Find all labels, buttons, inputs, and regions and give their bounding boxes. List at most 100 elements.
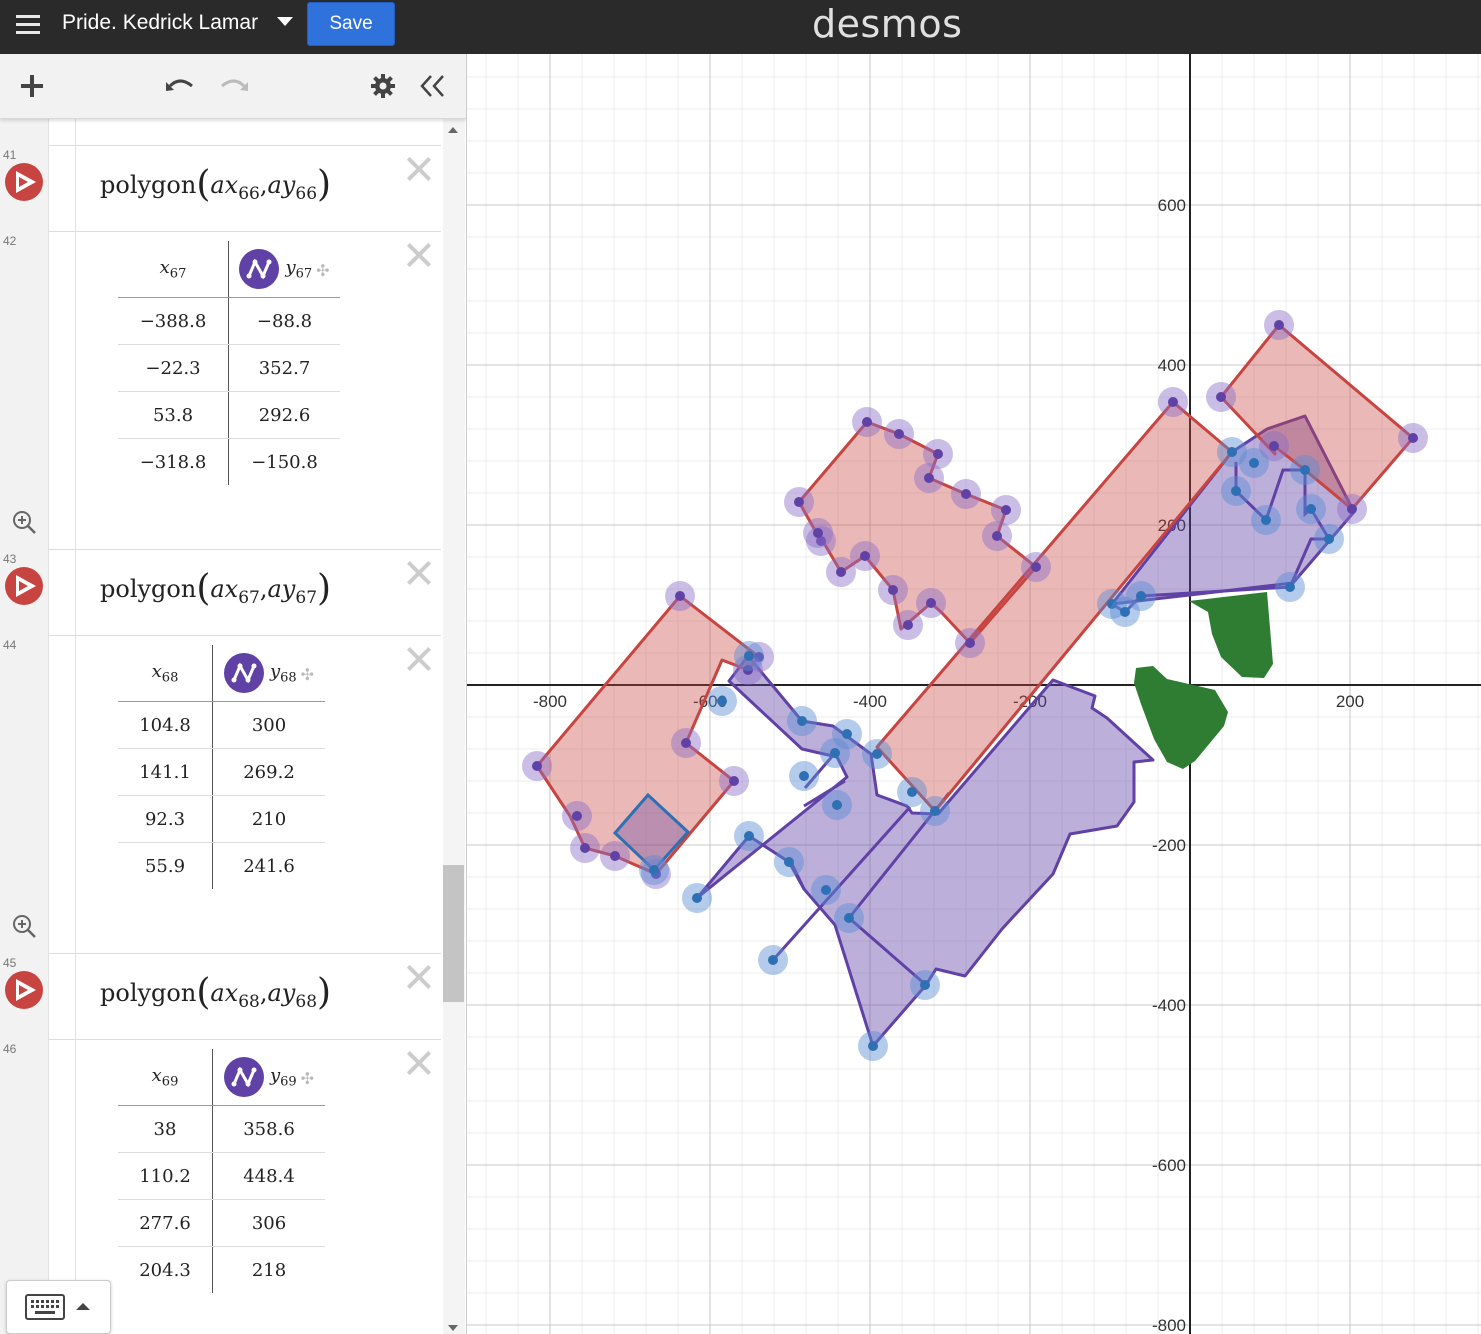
- table-header-x[interactable]: x69: [118, 1049, 213, 1106]
- table-header-x[interactable]: x68: [118, 645, 213, 702]
- zoom-fit-icon[interactable]: [11, 509, 37, 535]
- table-cell[interactable]: 241.6: [213, 843, 326, 890]
- point-marker[interactable]: [872, 749, 882, 759]
- table-cell[interactable]: 53.8: [118, 391, 229, 439]
- table-cell[interactable]: 292.6: [228, 391, 340, 439]
- play-icon[interactable]: [5, 567, 43, 605]
- delete-expression-icon[interactable]: [405, 645, 433, 673]
- point-marker[interactable]: [799, 771, 809, 781]
- table-cell[interactable]: 306: [212, 1199, 325, 1247]
- point-marker[interactable]: [1324, 534, 1334, 544]
- polygon-formula[interactable]: polygon(ax68,ay68): [100, 972, 331, 1013]
- point-marker[interactable]: [1285, 582, 1295, 592]
- point-marker[interactable]: [1136, 591, 1146, 601]
- point-marker[interactable]: [1300, 465, 1310, 475]
- point-marker[interactable]: [813, 528, 823, 538]
- table-header-y[interactable]: y69 ✣: [212, 1049, 325, 1106]
- point-marker[interactable]: [907, 787, 917, 797]
- save-button[interactable]: Save: [307, 2, 395, 46]
- table-cell[interactable]: 300: [212, 701, 325, 749]
- polygon-formula[interactable]: polygon(ax67,ay67): [100, 568, 331, 609]
- point-marker[interactable]: [844, 913, 854, 923]
- series-style-icon[interactable]: [239, 249, 280, 289]
- delete-expression-icon[interactable]: [405, 559, 433, 587]
- gear-icon[interactable]: [365, 68, 401, 104]
- point-marker[interactable]: [920, 980, 930, 990]
- point-marker[interactable]: [926, 598, 936, 608]
- redo-icon[interactable]: [216, 68, 252, 104]
- expression-row-44[interactable]: 44 x68 y68 ✣ 104.8 300 141.1 269.2 92.3 210 …: [0, 635, 441, 954]
- table-cell[interactable]: 352.7: [228, 344, 340, 392]
- point-marker[interactable]: [692, 893, 702, 903]
- table-cell[interactable]: 204.3: [118, 1246, 213, 1293]
- series-style-icon[interactable]: [223, 653, 264, 693]
- point-marker[interactable]: [744, 831, 754, 841]
- data-table[interactable]: x68 y68 ✣ 104.8 300 141.1 269.2 92.3 210 55.…: [118, 645, 325, 889]
- table-cell[interactable]: 104.8: [118, 701, 213, 749]
- point-marker[interactable]: [1227, 447, 1237, 457]
- series-style-icon[interactable]: [223, 1057, 264, 1097]
- table-cell[interactable]: −88.8: [228, 297, 340, 345]
- delete-expression-icon[interactable]: [405, 1049, 433, 1077]
- point-marker[interactable]: [992, 531, 1002, 541]
- point-marker[interactable]: [717, 696, 727, 706]
- polygon-formula[interactable]: polygon(ax66,ay66): [100, 164, 331, 205]
- delete-expression-icon[interactable]: [405, 241, 433, 269]
- point-marker[interactable]: [933, 449, 943, 459]
- table-cell[interactable]: −388.8: [118, 297, 229, 345]
- point-marker[interactable]: [1261, 515, 1271, 525]
- table-header-x[interactable]: x67: [118, 241, 229, 298]
- table-header-y[interactable]: y68 ✣: [212, 645, 325, 702]
- zoom-fit-icon[interactable]: [11, 913, 37, 939]
- scroll-up-arrow-icon[interactable]: [448, 127, 458, 133]
- hamburger-menu-icon[interactable]: [14, 12, 42, 40]
- point-marker[interactable]: [649, 865, 659, 875]
- undo-icon[interactable]: [162, 68, 198, 104]
- point-marker[interactable]: [868, 1041, 878, 1051]
- point-marker[interactable]: [1269, 441, 1279, 451]
- keypad-toggle-button[interactable]: [6, 1280, 111, 1334]
- point-marker[interactable]: [675, 591, 685, 601]
- point-marker[interactable]: [903, 620, 913, 630]
- delete-expression-icon[interactable]: [405, 963, 433, 991]
- expression-row-42[interactable]: 42 x67 y67 ✣ −388.8 −88.8 −22.3 352.7 53.8 2…: [0, 231, 441, 550]
- point-marker[interactable]: [1168, 397, 1178, 407]
- point-marker[interactable]: [1001, 505, 1011, 515]
- point-marker[interactable]: [832, 800, 842, 810]
- point-marker[interactable]: [572, 811, 582, 821]
- point-marker[interactable]: [797, 716, 807, 726]
- expression-row-45[interactable]: 45 polygon(ax68,ay68): [0, 953, 441, 1040]
- point-marker[interactable]: [784, 857, 794, 867]
- table-header-y[interactable]: y67 ✣: [228, 241, 340, 298]
- point-marker[interactable]: [1249, 458, 1259, 468]
- point-marker[interactable]: [744, 651, 754, 661]
- point-marker[interactable]: [1120, 607, 1130, 617]
- point-marker[interactable]: [580, 843, 590, 853]
- point-marker[interactable]: [1231, 486, 1241, 496]
- panel-scrollbar-track[interactable]: [443, 118, 465, 1334]
- table-cell[interactable]: 210: [212, 795, 325, 843]
- point-marker[interactable]: [532, 761, 542, 771]
- play-icon[interactable]: [5, 163, 43, 201]
- table-cell[interactable]: 448.4: [212, 1152, 325, 1200]
- move-column-icon[interactable]: ✣: [316, 261, 329, 280]
- point-marker[interactable]: [860, 551, 870, 561]
- point-marker[interactable]: [1306, 504, 1316, 514]
- table-cell[interactable]: 141.1: [118, 748, 213, 796]
- point-marker[interactable]: [930, 806, 940, 816]
- point-marker[interactable]: [862, 417, 872, 427]
- table-cell[interactable]: −150.8: [229, 439, 341, 486]
- data-table[interactable]: x67 y67 ✣ −388.8 −88.8 −22.3 352.7 53.8 292.…: [118, 241, 340, 485]
- delete-expression-icon[interactable]: [405, 155, 433, 183]
- data-table[interactable]: x69 y69 ✣ 38 358.6 110.2 448.4 277.6 306 204…: [118, 1049, 325, 1293]
- point-marker[interactable]: [821, 885, 831, 895]
- point-marker[interactable]: [961, 489, 971, 499]
- table-cell[interactable]: 218: [213, 1247, 326, 1294]
- point-marker[interactable]: [1347, 504, 1357, 514]
- point-marker[interactable]: [894, 429, 904, 439]
- point-marker[interactable]: [830, 748, 840, 758]
- table-cell[interactable]: 55.9: [118, 842, 213, 889]
- expression-row-43[interactable]: 43 polygon(ax67,ay67): [0, 549, 441, 636]
- move-column-icon[interactable]: ✣: [301, 1069, 314, 1088]
- point-marker[interactable]: [924, 473, 934, 483]
